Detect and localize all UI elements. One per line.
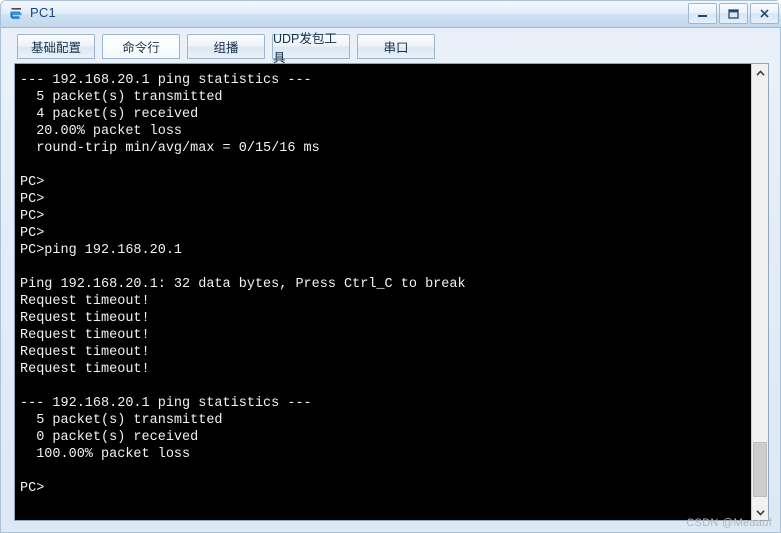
terminal-line: 0 packet(s) received: [20, 430, 199, 445]
watermark: CSDN @Meaauf: [686, 517, 772, 529]
scrollbar-thumb[interactable]: [753, 442, 767, 497]
pc-icon: [8, 5, 26, 23]
scroll-up-button[interactable]: [752, 64, 768, 81]
terminal-line: --- 192.168.20.1 ping statistics ---: [20, 396, 312, 411]
terminal-line: PC>ping 192.168.20.1: [20, 243, 183, 258]
tab-strip: 基础配置 命令行 组播 UDP发包工具 串口: [1, 28, 781, 65]
chevron-up-icon: [755, 64, 765, 82]
tab-label: 基础配置: [30, 41, 81, 55]
terminal-line: 5 packet(s) transmitted: [20, 413, 223, 428]
terminal-line: Request timeout!: [20, 294, 150, 309]
terminal-line: PC>: [20, 481, 45, 496]
terminal-line: Request timeout!: [20, 328, 150, 343]
tab-basic-config[interactable]: 基础配置: [17, 34, 95, 59]
maximize-button[interactable]: [719, 3, 748, 24]
terminal-line: PC>: [20, 209, 45, 224]
tab-label: 组播: [213, 41, 239, 55]
close-button[interactable]: [750, 3, 779, 24]
terminal-output[interactable]: --- 192.168.20.1 ping statistics --- 5 p…: [15, 64, 752, 520]
tab-label: 命令行: [122, 41, 160, 55]
terminal-line: PC>: [20, 192, 45, 207]
terminal-scrollbar[interactable]: [751, 64, 768, 520]
terminal-line: PC>: [20, 226, 45, 241]
title-bar[interactable]: PC1: [1, 1, 781, 28]
terminal-line: round-trip min/avg/max = 0/15/16 ms: [20, 141, 320, 156]
terminal-line: PC>: [20, 175, 45, 190]
terminal-panel: --- 192.168.20.1 ping statistics --- 5 p…: [14, 63, 769, 521]
terminal-line: Request timeout!: [20, 362, 150, 377]
terminal-line: 4 packet(s) received: [20, 107, 199, 122]
window-title: PC1: [30, 5, 56, 20]
terminal-line: 100.00% packet loss: [20, 447, 191, 462]
terminal-line: 5 packet(s) transmitted: [20, 90, 223, 105]
terminal-line: --- 192.168.20.1 ping statistics ---: [20, 73, 312, 88]
terminal-line: Ping 192.168.20.1: 32 data bytes, Press …: [20, 277, 466, 292]
terminal-line: Request timeout!: [20, 311, 150, 326]
terminal-line: 20.00% packet loss: [20, 124, 183, 139]
tab-multicast[interactable]: 组播: [187, 34, 265, 59]
tab-serial-port[interactable]: 串口: [357, 34, 435, 59]
tab-label: UDP发包工具: [273, 31, 337, 65]
minimize-button[interactable]: [688, 3, 717, 24]
pc1-window: PC1 基础配置 命令行 组播 UDP发包工具 串口 --- 192.168.2…: [0, 0, 781, 533]
terminal-line: Request timeout!: [20, 345, 150, 360]
window-controls: [686, 3, 779, 24]
tab-command-line[interactable]: 命令行: [102, 34, 180, 59]
tab-udp-tool[interactable]: UDP发包工具: [272, 32, 350, 65]
tab-label: 串口: [383, 41, 409, 55]
